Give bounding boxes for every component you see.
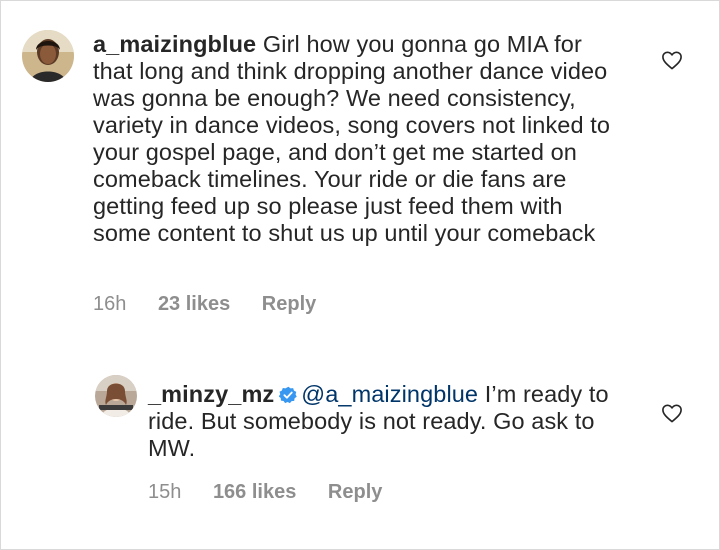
user-avatar-icon <box>95 375 137 417</box>
comment-text: Girl how you gonna go MIA for that long … <box>93 31 611 246</box>
verified-badge-icon <box>279 386 298 404</box>
comment-body: a_maizingblue Girl how you gonna go MIA … <box>93 31 623 247</box>
user-avatar[interactable] <box>95 375 137 417</box>
reply-button[interactable]: Reply <box>328 481 382 503</box>
user-avatar[interactable] <box>22 30 74 82</box>
comment-body: _minzy_mz @a_maizingblue I’m ready to ri… <box>148 381 618 462</box>
comment-username[interactable]: a_maizingblue <box>93 31 256 57</box>
comment-meta: 16h 23 likes Reply <box>93 293 342 316</box>
comment-timestamp[interactable]: 15h <box>148 481 181 503</box>
comment-likes[interactable]: 166 likes <box>213 481 296 503</box>
like-heart-icon[interactable] <box>661 50 683 70</box>
mention-link[interactable]: @a_maizingblue <box>301 381 478 407</box>
comment-timestamp[interactable]: 16h <box>93 293 126 315</box>
user-avatar-icon <box>22 30 74 82</box>
comment-username[interactable]: _minzy_mz <box>148 381 274 407</box>
like-heart-icon[interactable] <box>661 403 683 423</box>
reply-button[interactable]: Reply <box>262 293 316 315</box>
comment-likes[interactable]: 23 likes <box>158 293 230 315</box>
comment-meta: 15h 166 likes Reply <box>148 481 408 504</box>
